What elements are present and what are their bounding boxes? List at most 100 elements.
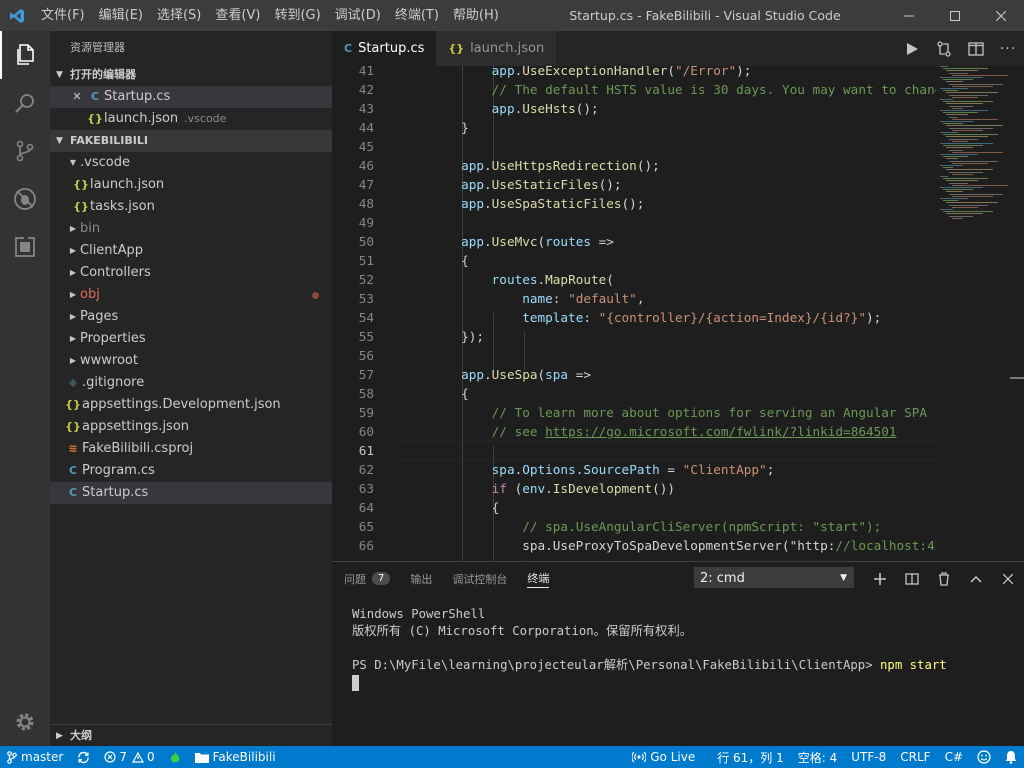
open-changes-button[interactable]: [928, 31, 960, 66]
project-header[interactable]: ▼ FAKEBILIBILI: [50, 130, 332, 152]
folder-icon: [194, 752, 209, 763]
code-text: app.UseExceptionHandler("/Error");: [491, 66, 752, 78]
close-panel-button[interactable]: [992, 562, 1024, 595]
menu-view[interactable]: 查看(V): [208, 0, 267, 31]
compare-changes-icon: [937, 40, 951, 57]
new-terminal-button[interactable]: [864, 562, 896, 595]
explorer-icon[interactable]: [0, 31, 50, 79]
sync-button[interactable]: [70, 746, 97, 768]
flame-indicator[interactable]: [162, 746, 188, 768]
open-editor-item-launch[interactable]: {} launch.json .vscode: [50, 108, 332, 130]
tree-item-vscode-folder[interactable]: ▼ .vscode: [50, 152, 332, 174]
line-number: 62: [358, 462, 374, 477]
indentation[interactable]: 空格: 4: [791, 746, 845, 768]
line-number: 59: [358, 405, 374, 420]
outline-header[interactable]: ▶ 大纲: [50, 724, 332, 746]
minimap-line: [943, 178, 988, 180]
open-editors-header[interactable]: ▼ 打开的编辑器: [50, 64, 332, 86]
search-icon[interactable]: [0, 79, 50, 127]
cursor-position[interactable]: 行 61，列 1: [710, 746, 791, 768]
notifications-button[interactable]: [998, 746, 1024, 768]
menu-terminal[interactable]: 终端(T): [388, 0, 446, 31]
terminal-output[interactable]: Windows PowerShell 版权所有 (C) Microsoft Co…: [352, 606, 947, 691]
kill-terminal-button[interactable]: [928, 562, 960, 595]
minimap-line: [943, 101, 993, 103]
tab-output[interactable]: 输出: [410, 571, 432, 587]
extensions-icon[interactable]: [0, 223, 50, 271]
tree-item-properties[interactable]: ▶ Properties: [50, 328, 332, 350]
menu-go[interactable]: 转到(G): [267, 0, 327, 31]
tree-item-launch-json[interactable]: {} launch.json: [50, 174, 332, 196]
debug-icon[interactable]: [0, 175, 50, 223]
line-endings[interactable]: CRLF: [893, 746, 937, 768]
tab-problems[interactable]: 问题 7: [344, 571, 391, 587]
terminal-select[interactable]: 2: cmd ▼: [694, 567, 854, 588]
minimize-button[interactable]: [886, 0, 932, 31]
encoding[interactable]: UTF-8: [844, 746, 893, 768]
tree-item-label: wwwroot: [80, 353, 138, 368]
rss-file-icon: ≋: [68, 442, 78, 455]
tree-item-wwwroot[interactable]: ▶ wwwroot: [50, 350, 332, 372]
line-number: 44: [358, 120, 374, 135]
error-count: 7: [119, 750, 127, 764]
menu-edit[interactable]: 编辑(E): [92, 0, 150, 31]
tree-item-pages[interactable]: ▶ Pages: [50, 306, 332, 328]
tree-item-tasks-json[interactable]: {} tasks.json: [50, 196, 332, 218]
tab-startup-cs[interactable]: C Startup.cs: [332, 31, 437, 66]
menu-help[interactable]: 帮助(H): [446, 0, 506, 31]
split-editor-button[interactable]: [960, 31, 992, 66]
open-editor-desc: .vscode: [184, 112, 227, 125]
split-terminal-button[interactable]: [896, 562, 928, 595]
line-number: 47: [358, 177, 374, 192]
tab-launch-json[interactable]: {} launch.json: [436, 31, 557, 66]
close-window-button[interactable]: [978, 0, 1024, 31]
close-icon[interactable]: ✕: [68, 86, 86, 108]
minimap-line: [943, 156, 968, 158]
tab-terminal[interactable]: 终端: [527, 570, 550, 588]
settings-gear-icon[interactable]: [0, 698, 50, 746]
tree-item-gitignore[interactable]: ◆ .gitignore: [50, 372, 332, 394]
tab-debug-console[interactable]: 调试控制台: [452, 571, 507, 587]
minimap-line: [952, 140, 968, 142]
feedback-button[interactable]: [970, 746, 998, 768]
chevron-right-icon: ▶: [69, 312, 77, 321]
minimap-line: [949, 138, 978, 140]
warning-icon: [131, 751, 144, 763]
problems-status[interactable]: 7 0: [97, 746, 161, 768]
go-live-button[interactable]: Go Live: [625, 746, 702, 768]
code-line: 55 });: [332, 327, 940, 346]
project-label: FAKEBILIBILI: [70, 134, 148, 147]
tree-item-csproj[interactable]: ≋ FakeBilibili.csproj: [50, 438, 332, 460]
run-button[interactable]: [896, 31, 928, 66]
menu-debug[interactable]: 调试(D): [328, 0, 388, 31]
git-branch[interactable]: master: [0, 746, 70, 768]
tree-item-label: Program.cs: [82, 463, 155, 478]
minimap-line: [949, 116, 958, 118]
editor-scrollbar[interactable]: [1010, 66, 1024, 561]
tree-item-bin[interactable]: ▶ bin: [50, 218, 332, 240]
more-actions-button[interactable]: ···: [992, 31, 1024, 66]
language-mode[interactable]: C#: [938, 746, 970, 768]
tree-item-appsettings-dev[interactable]: {} appsettings.Development.json: [50, 394, 332, 416]
code-view[interactable]: 41 app.UseExceptionHandler("/Error"); 42 …: [332, 66, 1024, 561]
menu-selection[interactable]: 选择(S): [150, 0, 208, 31]
workspace-folder[interactable]: FakeBilibili: [188, 746, 283, 768]
tree-item-clientapp[interactable]: ▶ ClientApp: [50, 240, 332, 262]
maximize-panel-button[interactable]: [960, 562, 992, 595]
source-control-icon[interactable]: [0, 127, 50, 175]
minimap[interactable]: [936, 66, 1010, 226]
maximize-button[interactable]: [932, 0, 978, 31]
activity-bar: [0, 31, 50, 746]
tree-item-obj[interactable]: ▶ obj: [50, 284, 332, 306]
tree-item-appsettings[interactable]: {} appsettings.json: [50, 416, 332, 438]
tree-item-program-cs[interactable]: C Program.cs: [50, 460, 332, 482]
menu-file[interactable]: 文件(F): [34, 0, 92, 31]
chevron-right-icon: ▶: [69, 334, 77, 343]
code-text: {: [400, 253, 469, 268]
chevron-right-icon: ▶: [69, 268, 77, 277]
code-line: 64 {: [332, 498, 940, 517]
open-editor-item-startup[interactable]: ✕ C Startup.cs: [50, 86, 332, 108]
tree-item-label: tasks.json: [90, 199, 155, 214]
tree-item-startup-cs[interactable]: C Startup.cs: [50, 482, 332, 504]
tree-item-controllers[interactable]: ▶ Controllers: [50, 262, 332, 284]
